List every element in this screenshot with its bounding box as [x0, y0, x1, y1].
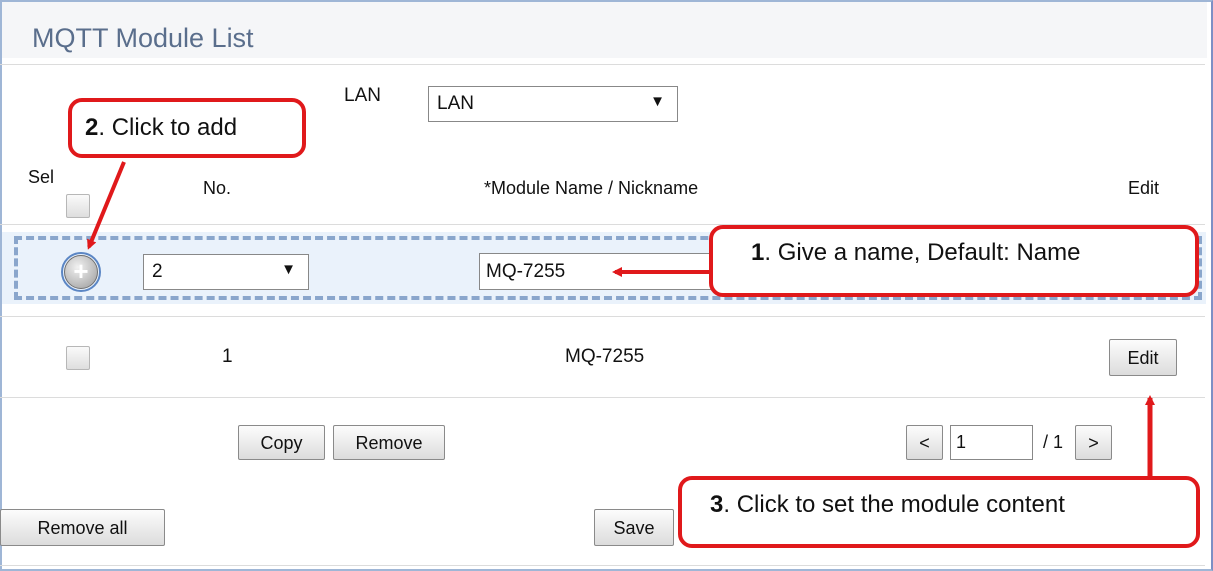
- callout-set-content: 3. Click to set the module content: [678, 476, 1200, 548]
- column-header-name: *Module Name / Nickname: [484, 178, 699, 198]
- edit-button[interactable]: Edit: [1109, 339, 1177, 376]
- callout-number: 3: [710, 491, 724, 518]
- column-header-edit: Edit: [1128, 178, 1160, 198]
- divider: [0, 565, 1205, 566]
- add-module-button[interactable]: +: [61, 252, 101, 292]
- page-total: / 1: [1043, 432, 1064, 452]
- row-checkbox[interactable]: [66, 346, 90, 370]
- column-header-no: No.: [203, 178, 232, 198]
- remove-all-button[interactable]: Remove all: [0, 509, 165, 546]
- module-no-value: 2: [152, 261, 163, 282]
- callout-number: 1: [751, 239, 765, 266]
- prev-page-button[interactable]: <: [906, 425, 943, 460]
- title-bar: MQTT Module List: [2, 2, 1207, 58]
- row-module-name: MQ-7255: [565, 346, 645, 367]
- next-page-button[interactable]: >: [1075, 425, 1112, 460]
- divider: [0, 316, 1205, 317]
- divider: [0, 64, 1205, 65]
- copy-button[interactable]: Copy: [238, 425, 325, 460]
- row-no: 1: [222, 346, 233, 367]
- callout-text: . Give a name, Default: Name: [764, 239, 1081, 266]
- lan-select[interactable]: LAN ▼: [428, 86, 678, 122]
- page-title: MQTT Module List: [32, 23, 254, 53]
- column-header-select: Sel: [28, 167, 55, 187]
- plus-icon: +: [73, 256, 89, 286]
- callout-text: . Click to set the module content: [723, 491, 1065, 518]
- callout-give-name: 1. Give a name, Default: Name: [709, 225, 1199, 297]
- remove-button[interactable]: Remove: [333, 425, 445, 460]
- module-no-select[interactable]: 2 ▼: [143, 254, 309, 290]
- save-button[interactable]: Save: [594, 509, 674, 546]
- lan-select-value: LAN: [437, 93, 474, 114]
- dropdown-arrow-icon: ▼: [281, 261, 296, 278]
- divider: [0, 397, 1205, 398]
- select-all-checkbox[interactable]: [66, 194, 90, 218]
- dropdown-arrow-icon: ▼: [650, 93, 665, 110]
- callout-number: 2: [85, 114, 99, 141]
- module-name-input[interactable]: MQ-7255: [479, 253, 724, 290]
- page-number-input[interactable]: 1: [950, 425, 1033, 460]
- callout-text: . Click to add: [98, 114, 238, 141]
- lan-label: LAN: [344, 85, 381, 106]
- callout-click-to-add: 2. Click to add: [68, 98, 306, 158]
